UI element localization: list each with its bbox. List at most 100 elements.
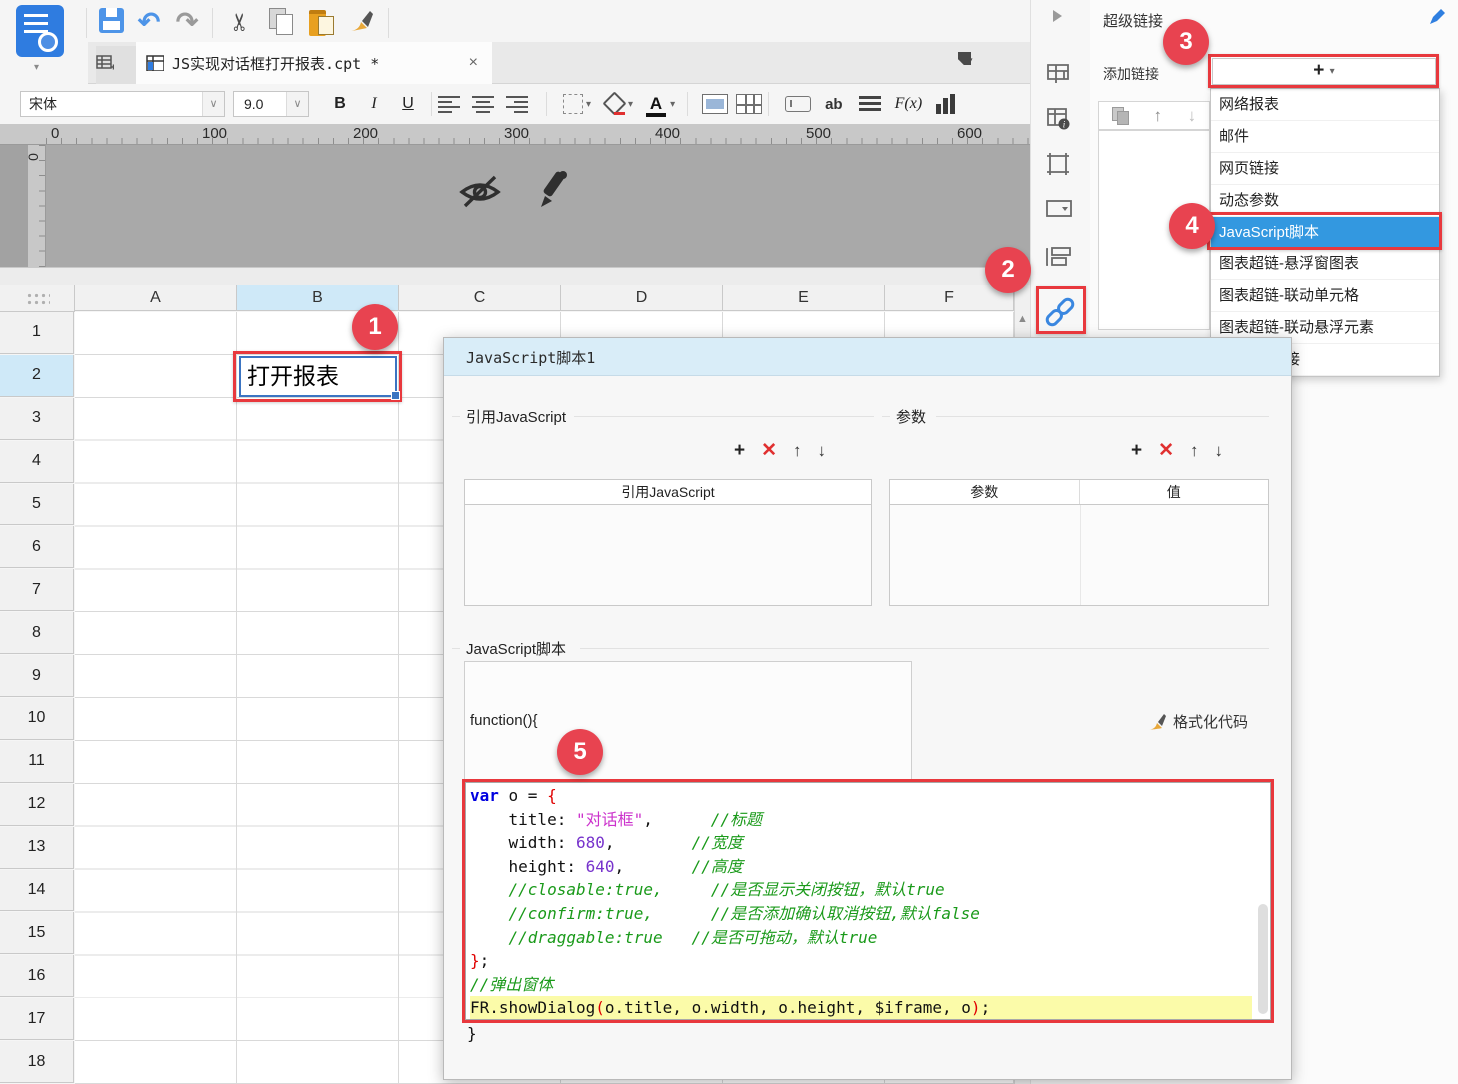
row-header-4[interactable]: 4 — [0, 441, 74, 483]
collapse-panel-icon[interactable] — [1045, 6, 1075, 36]
format-code-button[interactable]: 格式化代码 — [1147, 711, 1248, 732]
text-style-button[interactable]: ab — [825, 96, 843, 113]
undo-button[interactable]: ↶ — [134, 8, 164, 38]
copy-button[interactable] — [266, 8, 296, 38]
edit-pencil-icon[interactable] — [534, 169, 570, 211]
widget-dropdown-icon[interactable] — [1045, 198, 1075, 228]
text-widget-button[interactable] — [785, 96, 811, 112]
row-header-17[interactable]: 17 — [0, 998, 74, 1040]
move-up-icon[interactable]: ↑ — [793, 440, 802, 462]
app-logo-button[interactable] — [16, 5, 64, 57]
underline-button[interactable]: U — [391, 95, 425, 113]
menu-item-网络报表[interactable]: 网络报表 — [1211, 89, 1439, 121]
chevron-down-icon[interactable]: ∨ — [202, 92, 224, 116]
redo-button[interactable]: ↷ — [172, 8, 202, 38]
row-header-6[interactable]: 6 — [0, 526, 74, 568]
row-header-14[interactable]: 14 — [0, 870, 74, 912]
hide-preview-icon[interactable] — [458, 173, 502, 211]
code-line: //confirm:true, //是否添加确认取消按钮,默认false — [470, 902, 1270, 926]
column-header-A[interactable]: A — [75, 285, 237, 311]
font-size-select[interactable]: 9.0 ∨ — [233, 91, 309, 117]
tab-strip: JS实现对话框打开报表.cpt * × — [88, 42, 1030, 84]
column-header-D[interactable]: D — [561, 285, 723, 311]
move-up-icon[interactable]: ↑ — [1190, 440, 1199, 462]
template-switch-button[interactable] — [96, 46, 136, 84]
unmerge-cells-button[interactable] — [736, 94, 762, 114]
param-table[interactable]: 参数 值 — [889, 479, 1269, 606]
fill-handle[interactable] — [391, 391, 400, 400]
ruler-ticks — [39, 145, 45, 267]
row-header-5[interactable]: 5 — [0, 484, 74, 526]
row-header-7[interactable]: 7 — [0, 569, 74, 611]
tab-close-icon[interactable]: × — [465, 54, 482, 72]
document-tab[interactable]: JS实现对话框打开报表.cpt * × — [136, 42, 492, 84]
bold-button[interactable]: B — [323, 95, 357, 113]
code-editor[interactable]: var o = { title: "对话框", //标题 width: 680,… — [465, 782, 1271, 1020]
copy-icon[interactable] — [1112, 107, 1128, 124]
menu-item-邮件[interactable]: 邮件 — [1211, 121, 1439, 153]
merge-cells-button[interactable] — [702, 94, 728, 114]
move-down-icon[interactable]: ↓ — [1215, 440, 1224, 462]
add-icon[interactable]: + — [734, 440, 745, 462]
align-right-button[interactable] — [506, 95, 540, 113]
chevron-down-icon[interactable]: ▾ — [628, 99, 633, 110]
scroll-up-icon[interactable]: ▲ — [1017, 313, 1028, 325]
menu-item-网页链接[interactable]: 网页链接 — [1211, 153, 1439, 185]
save-button[interactable] — [96, 8, 126, 38]
row-header-8[interactable]: 8 — [0, 612, 74, 654]
row-header-10[interactable]: 10 — [0, 698, 74, 740]
font-color-button[interactable]: A — [645, 95, 667, 113]
delete-icon[interactable]: ✕ — [1158, 440, 1174, 462]
logo-dropdown-caret[interactable]: ▾ — [34, 62, 39, 73]
row-header-2[interactable]: 2 — [0, 355, 74, 397]
borders-button[interactable] — [563, 94, 583, 114]
row-header-11[interactable]: 11 — [0, 741, 74, 783]
cut-button[interactable]: ✂ — [226, 8, 256, 38]
paste-button[interactable] — [306, 8, 336, 38]
font-family-select[interactable]: 宋体 ∨ — [20, 91, 225, 117]
report-canvas[interactable]: 0 — [0, 145, 1030, 267]
vertical-ruler: 0 — [28, 145, 46, 267]
row-header-12[interactable]: 12 — [0, 784, 74, 826]
cell-attribute-icon[interactable] — [1045, 60, 1075, 90]
chevron-down-icon[interactable]: ▾ — [586, 99, 591, 110]
menu-item-图表超链-联动单元格[interactable]: 图表超链-联动单元格 — [1211, 280, 1439, 312]
cpt-file-icon — [146, 55, 164, 71]
code-scrollbar-thumb[interactable] — [1258, 904, 1268, 1014]
code-line: var o = { — [470, 784, 1270, 808]
move-down-icon[interactable]: ↓ — [818, 440, 827, 462]
chevron-down-icon[interactable]: ▾ — [670, 99, 675, 110]
row-header-16[interactable]: 16 — [0, 955, 74, 997]
edit-pen-icon[interactable] — [1428, 8, 1446, 26]
float-element-icon[interactable] — [1045, 245, 1075, 275]
dialog-titlebar[interactable]: JavaScript脚本1 — [444, 338, 1291, 376]
fill-color-button[interactable] — [603, 93, 625, 115]
row-header-3[interactable]: 3 — [0, 398, 74, 440]
row-header-9[interactable]: 9 — [0, 655, 74, 697]
chevron-down-icon[interactable]: ∨ — [286, 92, 308, 116]
align-center-button[interactable] — [472, 95, 506, 113]
line-spacing-button[interactable] — [859, 96, 881, 112]
down-arrow-icon[interactable]: ↓ — [1188, 106, 1197, 126]
up-arrow-icon[interactable]: ↑ — [1153, 106, 1162, 126]
toolbar-divider — [546, 92, 547, 116]
row-header-15[interactable]: 15 — [0, 912, 74, 954]
add-icon[interactable]: + — [1131, 440, 1142, 462]
tab-list-button[interactable] — [958, 52, 982, 72]
format-painter-button[interactable] — [346, 8, 376, 38]
delete-icon[interactable]: ✕ — [761, 440, 777, 462]
grid-select-all-corner[interactable] — [0, 285, 75, 312]
ref-js-table[interactable]: 引用JavaScript — [464, 479, 872, 606]
column-header-E[interactable]: E — [723, 285, 885, 311]
column-header-C[interactable]: C — [399, 285, 561, 311]
formula-button[interactable]: F(x) — [895, 95, 923, 113]
row-header-13[interactable]: 13 — [0, 827, 74, 869]
chart-insert-button[interactable] — [936, 94, 955, 114]
italic-button[interactable]: I — [357, 95, 391, 113]
frame-icon[interactable] — [1045, 151, 1075, 181]
row-header-1[interactable]: 1 — [0, 312, 74, 354]
menu-item-图表超链-悬浮窗图表[interactable]: 图表超链-悬浮窗图表 — [1211, 248, 1439, 280]
row-header-18[interactable]: 18 — [0, 1041, 74, 1083]
align-left-button[interactable] — [438, 95, 472, 113]
cell-element-icon[interactable]: i — [1045, 105, 1075, 135]
